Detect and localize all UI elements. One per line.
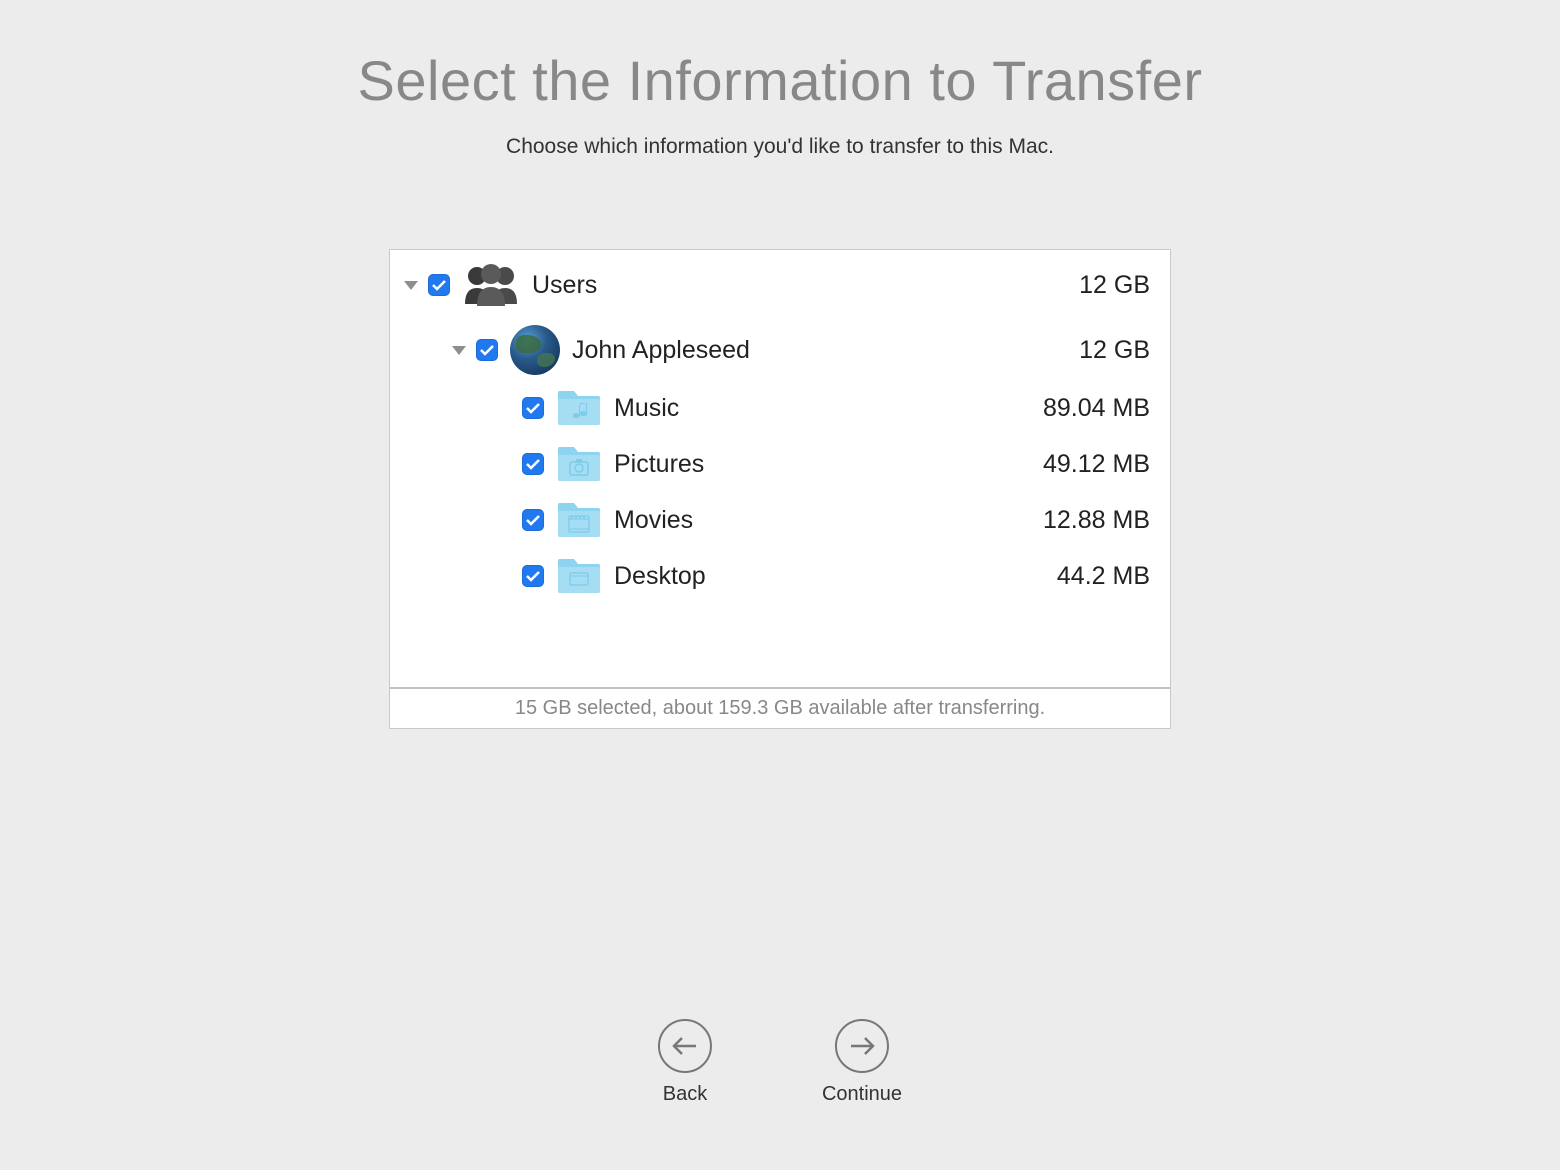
tree-row-users[interactable]: Users 12 GB (390, 256, 1170, 314)
tree-label-music: Music (614, 394, 679, 423)
checkbox-pictures[interactable] (522, 453, 544, 475)
tree-label-users: Users (532, 271, 597, 300)
checkmark-icon (480, 344, 494, 356)
back-button[interactable]: Back (658, 1019, 712, 1106)
checkbox-music[interactable] (522, 397, 544, 419)
tree-label-desktop: Desktop (614, 562, 706, 591)
tree-label-pictures: Pictures (614, 450, 704, 479)
tree-row-music[interactable]: Music 89.04 MB (390, 380, 1170, 436)
pictures-folder-icon (556, 445, 602, 483)
tree-row-desktop[interactable]: Desktop 44.2 MB (390, 548, 1170, 604)
arrow-left-icon (658, 1019, 712, 1073)
transfer-panel: Users 12 GB John Appleseed 12 GB (389, 249, 1171, 729)
disclosure-triangle-icon[interactable] (452, 346, 466, 355)
transfer-tree: Users 12 GB John Appleseed 12 GB (390, 250, 1170, 687)
tree-row-movies[interactable]: Movies 12.88 MB (390, 492, 1170, 548)
tree-size-music: 89.04 MB (1043, 394, 1156, 423)
checkmark-icon (526, 570, 540, 582)
continue-label: Continue (822, 1083, 902, 1106)
nav-buttons: Back Continue (658, 1019, 902, 1106)
tree-size-desktop: 44.2 MB (1057, 562, 1156, 591)
checkbox-user[interactable] (476, 339, 498, 361)
checkbox-movies[interactable] (522, 509, 544, 531)
arrow-right-icon (835, 1019, 889, 1073)
tree-row-pictures[interactable]: Pictures 49.12 MB (390, 436, 1170, 492)
continue-button[interactable]: Continue (822, 1019, 902, 1106)
disclosure-triangle-icon[interactable] (404, 281, 418, 290)
music-folder-icon (556, 389, 602, 427)
tree-row-user[interactable]: John Appleseed 12 GB (390, 320, 1170, 380)
checkbox-users[interactable] (428, 274, 450, 296)
movies-folder-icon (556, 501, 602, 539)
tree-label-user: John Appleseed (572, 336, 750, 365)
status-footer: 15 GB selected, about 159.3 GB available… (390, 687, 1170, 728)
tree-size-pictures: 49.12 MB (1043, 450, 1156, 479)
page-title: Select the Information to Transfer (358, 48, 1203, 113)
page-subtitle: Choose which information you'd like to t… (506, 135, 1054, 159)
tree-label-movies: Movies (614, 506, 693, 535)
checkmark-icon (526, 514, 540, 526)
checkmark-icon (526, 402, 540, 414)
tree-size-users: 12 GB (1079, 271, 1156, 300)
desktop-folder-icon (556, 557, 602, 595)
checkmark-icon (432, 279, 446, 291)
users-group-icon (462, 262, 520, 308)
checkmark-icon (526, 458, 540, 470)
earth-icon (510, 325, 560, 375)
checkbox-desktop[interactable] (522, 565, 544, 587)
tree-size-user: 12 GB (1079, 336, 1156, 365)
back-label: Back (663, 1083, 707, 1106)
tree-size-movies: 12.88 MB (1043, 506, 1156, 535)
